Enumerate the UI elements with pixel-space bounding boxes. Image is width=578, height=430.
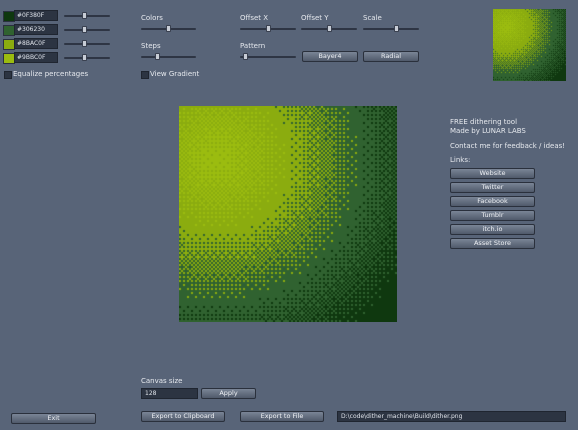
equalize-label: Equalize percentages [13, 70, 89, 78]
offset-x-slider[interactable] [240, 25, 296, 32]
link-facebook-button[interactable]: Facebook [450, 196, 535, 207]
link-itchio-button[interactable]: itch.io [450, 224, 535, 235]
offset-y-slider[interactable] [301, 25, 357, 32]
link-asset-store-button[interactable]: Asset Store [450, 238, 535, 249]
view-gradient-label: View Gradient [150, 70, 200, 78]
equalize-checkbox[interactable] [4, 71, 12, 79]
link-tumblr-button[interactable]: Tumblr [450, 210, 535, 221]
color-weight-slider[interactable] [64, 40, 110, 47]
links-label: Links: [450, 156, 471, 164]
link-website-button[interactable]: Website [450, 168, 535, 179]
export-file-button[interactable]: Export to File [240, 411, 324, 422]
pattern-label: Pattern [240, 42, 266, 50]
pattern-bayer4-button[interactable]: Bayer4 [302, 51, 358, 62]
color-hex-input[interactable]: #8BAC0F [14, 38, 58, 49]
color-hex-input[interactable]: #306230 [14, 24, 58, 35]
dither-canvas [179, 106, 397, 322]
scale-label: Scale [363, 14, 382, 22]
link-twitter-button[interactable]: Twitter [450, 182, 535, 193]
offset-y-label: Offset Y [301, 14, 329, 22]
canvas-size-input[interactable]: 128 [141, 388, 198, 399]
apply-button[interactable]: Apply [201, 388, 256, 399]
pattern-radial-button[interactable]: Radial [363, 51, 419, 62]
file-path-input[interactable]: D:\code\dither_machine\Build\dither.png [337, 411, 566, 422]
steps-slider[interactable] [141, 53, 196, 60]
scale-slider[interactable] [363, 25, 419, 32]
info-contact: Contact me for feedback / ideas! [450, 142, 566, 150]
color-hex-input[interactable]: #9BBC0F [14, 52, 58, 63]
color-weight-slider[interactable] [64, 12, 110, 19]
color-weight-slider[interactable] [64, 54, 110, 61]
pattern-slider[interactable] [240, 53, 296, 60]
colors-slider[interactable] [141, 25, 196, 32]
offset-x-label: Offset X [240, 14, 269, 22]
info-line1: FREE dithering tool [450, 118, 518, 126]
preview-thumbnail [493, 9, 566, 81]
exit-button[interactable]: Exit [11, 413, 96, 424]
steps-label: Steps [141, 42, 161, 50]
export-clipboard-button[interactable]: Export to Clipboard [141, 411, 225, 422]
color-hex-input[interactable]: #0F380F [14, 10, 58, 21]
color-weight-slider[interactable] [64, 26, 110, 33]
canvas-size-label: Canvas size [141, 377, 183, 385]
colors-label: Colors [141, 14, 163, 22]
info-line2: Made by LUNAR LABS [450, 127, 526, 135]
view-gradient-checkbox[interactable] [141, 71, 149, 79]
